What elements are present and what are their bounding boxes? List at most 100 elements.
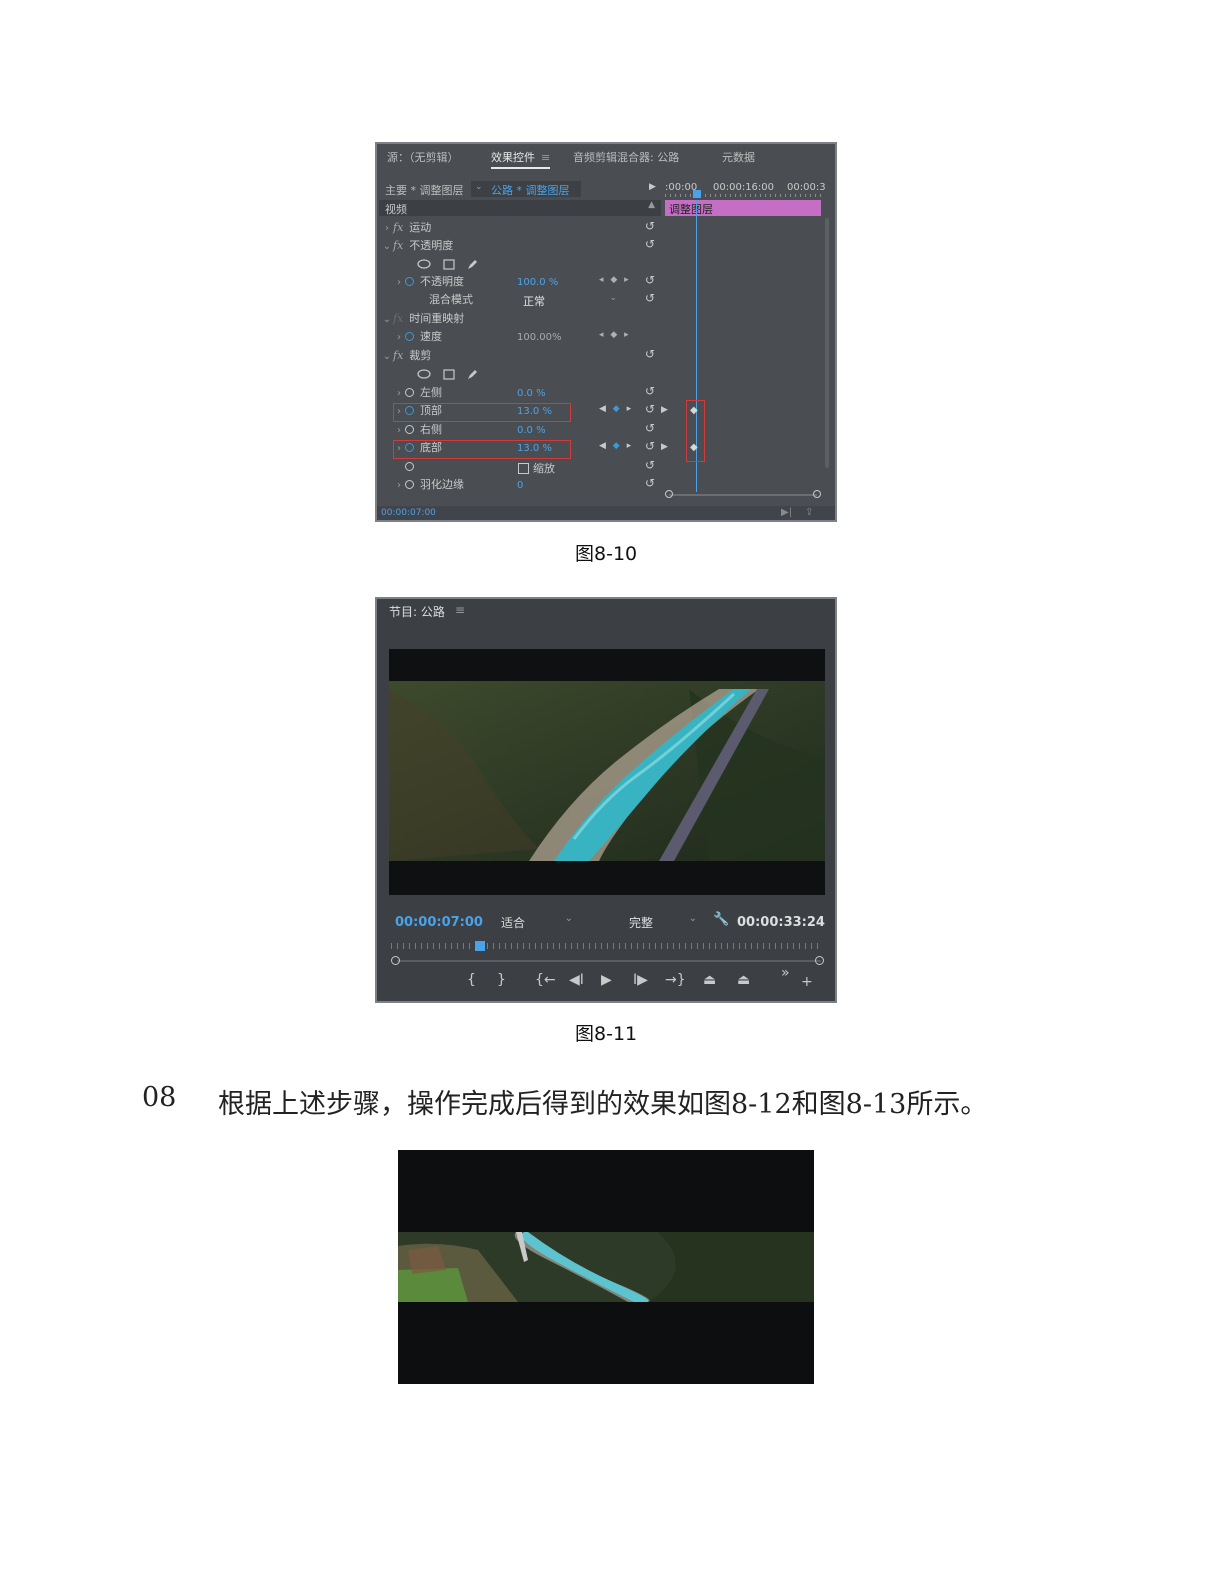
more-controls-button[interactable]: » <box>781 965 790 981</box>
row-crop-left[interactable]: › 左侧 <box>393 384 442 402</box>
rectangle-mask-icon[interactable] <box>442 368 455 380</box>
keyframe-nav-icon[interactable]: ◂ ◆ ▸ <box>599 275 631 285</box>
collapse-up-icon[interactable]: ▲ <box>648 200 655 210</box>
wrench-icon[interactable]: 🔧 <box>713 912 729 927</box>
stopwatch-icon[interactable] <box>405 480 414 489</box>
panel-menu-icon[interactable]: ≡ <box>455 603 465 617</box>
crop-bottom-value[interactable]: 13.0 % <box>517 443 552 454</box>
reset-icon[interactable]: ↺ <box>645 458 655 472</box>
go-to-out-button[interactable]: →} <box>665 972 686 988</box>
vertical-scrollbar[interactable] <box>825 218 829 468</box>
rectangle-mask-icon[interactable] <box>442 258 455 270</box>
reset-icon[interactable]: ↺ <box>645 402 655 416</box>
quality-select[interactable]: 完整 ⌄ <box>625 913 701 931</box>
video-viewport[interactable] <box>389 649 825 895</box>
chevron-right-icon[interactable]: › <box>393 440 405 458</box>
row-speed[interactable]: › 速度 <box>393 328 442 346</box>
blend-mode-select[interactable]: 正常 ⌄ <box>517 292 621 308</box>
tab-audio-mixer[interactable]: 音频剪辑混合器: 公路 <box>573 149 679 165</box>
row-crop-top[interactable]: › 顶部 <box>393 402 442 420</box>
zoom-handle-right[interactable] <box>813 490 821 498</box>
scrub-playhead[interactable] <box>475 941 485 951</box>
play-button[interactable]: ▶ <box>601 972 612 988</box>
row-feather[interactable]: › 羽化边缘 <box>393 476 464 494</box>
stopwatch-icon[interactable] <box>405 277 414 286</box>
chevron-right-icon[interactable]: › <box>393 385 405 403</box>
reset-icon[interactable]: ↺ <box>645 219 655 233</box>
tab-effect-controls[interactable]: 效果控件 ≡ <box>491 149 551 169</box>
timeline-zoom-bar[interactable] <box>669 494 817 496</box>
keyframe-nav-icon[interactable]: ◂ ◆ ▸ <box>599 330 631 340</box>
keyframe-nav-icon[interactable]: ◀ ◆ ▸ <box>599 441 633 451</box>
chevron-right-icon[interactable]: › <box>393 274 405 292</box>
tab-metadata[interactable]: 元数据 <box>722 149 755 165</box>
chevron-right-icon[interactable]: › <box>393 403 405 421</box>
stopwatch-icon[interactable] <box>405 425 414 434</box>
stopwatch-icon[interactable] <box>405 443 414 452</box>
keyframe-diamond-bottom[interactable]: ◆ <box>690 442 698 453</box>
monitor-zoom-bar[interactable] <box>397 960 821 962</box>
reset-icon[interactable]: ↺ <box>645 439 655 453</box>
step-back-button[interactable]: ◀I <box>569 972 584 988</box>
zoom-checkbox[interactable] <box>518 463 529 474</box>
stopwatch-icon[interactable] <box>405 388 414 397</box>
chevron-right-icon[interactable]: › <box>393 329 405 347</box>
clip-bar[interactable]: 调整图层 <box>665 200 821 216</box>
filter-icon[interactable]: ▶| <box>781 507 792 518</box>
zoom-handle-right[interactable] <box>815 956 824 965</box>
playhead-handle[interactable] <box>693 190 701 198</box>
reset-icon[interactable]: ↺ <box>645 291 655 305</box>
extract-button[interactable]: ⏏ <box>737 972 750 988</box>
mark-out-button[interactable]: } <box>497 972 506 988</box>
ellipse-mask-icon[interactable] <box>417 369 431 379</box>
go-to-in-button[interactable]: {← <box>535 972 556 988</box>
keyframe-diamond-top[interactable]: ◆ <box>690 405 698 416</box>
row-time-remap[interactable]: ⌄ fx 时间重映射 <box>377 310 464 328</box>
chevron-right-icon[interactable]: › <box>393 477 405 495</box>
keyframe-nav-icon[interactable]: ◀ ◆ ▸ <box>599 404 633 414</box>
program-monitor-title[interactable]: 节目: 公路 <box>389 603 445 620</box>
play-only-icon[interactable]: ▶ <box>649 182 656 192</box>
tab-source[interactable]: 源：（无剪辑） <box>387 149 459 165</box>
row-crop-right[interactable]: › 右侧 <box>393 421 442 439</box>
program-current-time[interactable]: 00:00:07:00 <box>395 915 483 930</box>
ellipse-mask-icon[interactable] <box>417 259 431 269</box>
lift-button[interactable]: ⏏ <box>703 972 716 988</box>
speed-value[interactable]: 100.00% <box>517 332 562 343</box>
crop-top-value[interactable]: 13.0 % <box>517 406 552 417</box>
reset-icon[interactable]: ↺ <box>645 421 655 435</box>
reset-icon[interactable]: ↺ <box>645 384 655 398</box>
chevron-down-icon[interactable]: ⌄ <box>381 348 393 366</box>
feather-value[interactable]: 0 <box>517 480 523 491</box>
sequence-clip-dropdown[interactable]: ⌄ 公路 * 调整图层 <box>471 181 581 197</box>
mini-timeline-ruler[interactable]: :00:00 00:00:16:00 00:00:3 <box>665 180 835 198</box>
scrub-ruler[interactable] <box>391 943 821 949</box>
reset-icon[interactable]: ↺ <box>645 347 655 361</box>
mark-in-button[interactable]: { <box>467 972 476 988</box>
zoom-handle-left[interactable] <box>665 490 673 498</box>
chevron-down-icon[interactable]: ⌄ <box>381 311 393 329</box>
fit-select[interactable]: 适合 ⌄ <box>497 913 577 931</box>
crop-right-value[interactable]: 0.0 % <box>517 425 546 436</box>
row-opacity-param[interactable]: › 不透明度 <box>393 273 464 291</box>
reset-icon[interactable]: ↺ <box>645 273 655 287</box>
stopwatch-icon[interactable] <box>405 332 414 341</box>
row-motion[interactable]: › fx 运动 <box>377 219 431 237</box>
panel-menu-icon[interactable]: ≡ <box>541 151 550 164</box>
chevron-right-icon[interactable]: › <box>381 220 393 238</box>
step-forward-button[interactable]: I▶ <box>633 972 648 988</box>
reset-icon[interactable]: ↺ <box>645 476 655 490</box>
chevron-down-icon[interactable]: ⌄ <box>381 238 393 256</box>
pen-mask-icon[interactable] <box>466 258 478 270</box>
stopwatch-icon[interactable] <box>405 406 414 415</box>
crop-left-value[interactable]: 0.0 % <box>517 388 546 399</box>
row-crop-bottom[interactable]: › 底部 <box>393 439 442 457</box>
stopwatch-icon[interactable] <box>405 462 414 471</box>
reset-icon[interactable]: ↺ <box>645 237 655 251</box>
current-timecode[interactable]: 00:00:07:00 <box>381 508 436 518</box>
zoom-handle-left[interactable] <box>391 956 400 965</box>
add-button[interactable]: + <box>801 974 813 990</box>
row-opacity[interactable]: ⌄ fx 不透明度 <box>377 237 453 255</box>
pen-mask-icon[interactable] <box>466 368 478 380</box>
row-crop[interactable]: ⌄ fx 裁剪 <box>377 347 431 365</box>
